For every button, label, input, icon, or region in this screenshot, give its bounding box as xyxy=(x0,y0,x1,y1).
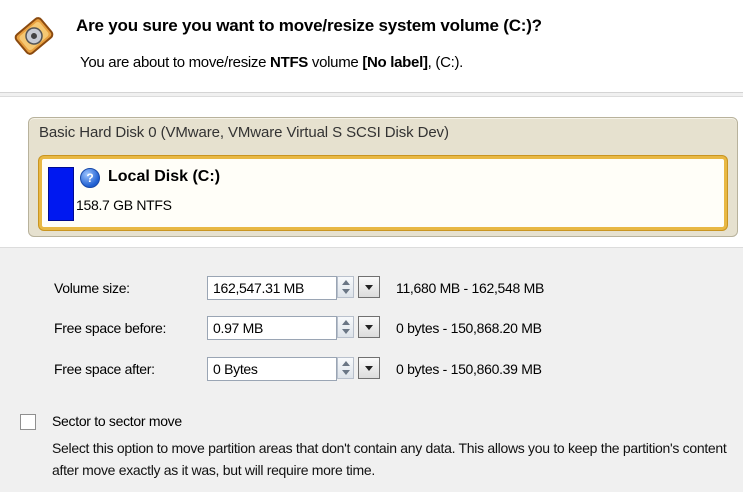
spin-up-icon xyxy=(342,361,350,366)
volume-size-input[interactable]: 162,547.31 MB xyxy=(207,276,337,300)
partition-local-disk-c[interactable]: ? Local Disk (C:) 158.7 GB NTFS xyxy=(39,156,727,230)
free-after-input[interactable]: 0 Bytes xyxy=(207,357,337,381)
sector-move-description: Select this option to move partition are… xyxy=(52,440,727,478)
spin-down-icon xyxy=(342,289,350,294)
subtitle-filesystem: NTFS xyxy=(270,54,309,71)
free-before-spinner[interactable] xyxy=(337,316,354,338)
free-before-range: 0 bytes - 150,868.20 MB xyxy=(396,320,542,336)
free-after-range: 0 bytes - 150,860.39 MB xyxy=(396,361,542,377)
free-before-label: Free space before: xyxy=(54,320,167,336)
disk-map-area: Basic Hard Disk 0 (VMware, VMware Virtua… xyxy=(0,96,743,248)
volume-size-spinner[interactable] xyxy=(337,276,354,298)
spin-down-icon xyxy=(342,370,350,375)
subtitle-prefix: You are about to move/resize xyxy=(80,54,271,71)
disk-panel: Basic Hard Disk 0 (VMware, VMware Virtua… xyxy=(28,117,738,237)
spin-up-icon xyxy=(342,280,350,285)
chevron-down-icon xyxy=(365,285,373,290)
subtitle-mid: volume xyxy=(308,54,363,71)
page-subtitle: You are about to move/resize NTFS volume… xyxy=(80,54,463,71)
volume-size-range: 11,680 MB - 162,548 MB xyxy=(396,280,545,296)
volume-size-label: Volume size: xyxy=(54,280,130,296)
sector-move-label[interactable]: Sector to sector move xyxy=(52,413,182,429)
chevron-down-icon xyxy=(365,325,373,330)
disk-title: Basic Hard Disk 0 (VMware, VMware Virtua… xyxy=(39,124,449,141)
free-after-label: Free space after: xyxy=(54,361,155,377)
free-before-value: 0.97 MB xyxy=(213,320,264,336)
subtitle-end: , (C:). xyxy=(427,54,464,71)
free-before-input[interactable]: 0.97 MB xyxy=(207,316,337,340)
spin-up-icon xyxy=(342,320,350,325)
free-after-value: 0 Bytes xyxy=(213,361,258,377)
free-after-unit-dropdown[interactable] xyxy=(358,357,380,379)
disk-wizard-icon xyxy=(14,17,54,55)
partition-info: 158.7 GB NTFS xyxy=(76,197,172,213)
partition-name: Local Disk (C:) xyxy=(108,168,221,185)
free-after-spinner[interactable] xyxy=(337,357,354,379)
volume-size-value: 162,547.31 MB xyxy=(213,280,305,296)
sector-move-checkbox[interactable] xyxy=(20,414,36,430)
chevron-down-icon xyxy=(365,366,373,371)
wizard-header: Are you sure you want to move/resize sys… xyxy=(0,0,743,93)
volume-size-unit-dropdown[interactable] xyxy=(358,276,380,298)
page-title: Are you sure you want to move/resize sys… xyxy=(76,16,542,35)
help-icon[interactable]: ? xyxy=(80,168,100,188)
subtitle-volume-label: [No label] xyxy=(362,54,428,71)
partition-usage-bar xyxy=(48,167,74,221)
spin-down-icon xyxy=(342,329,350,334)
free-before-unit-dropdown[interactable] xyxy=(358,316,380,338)
